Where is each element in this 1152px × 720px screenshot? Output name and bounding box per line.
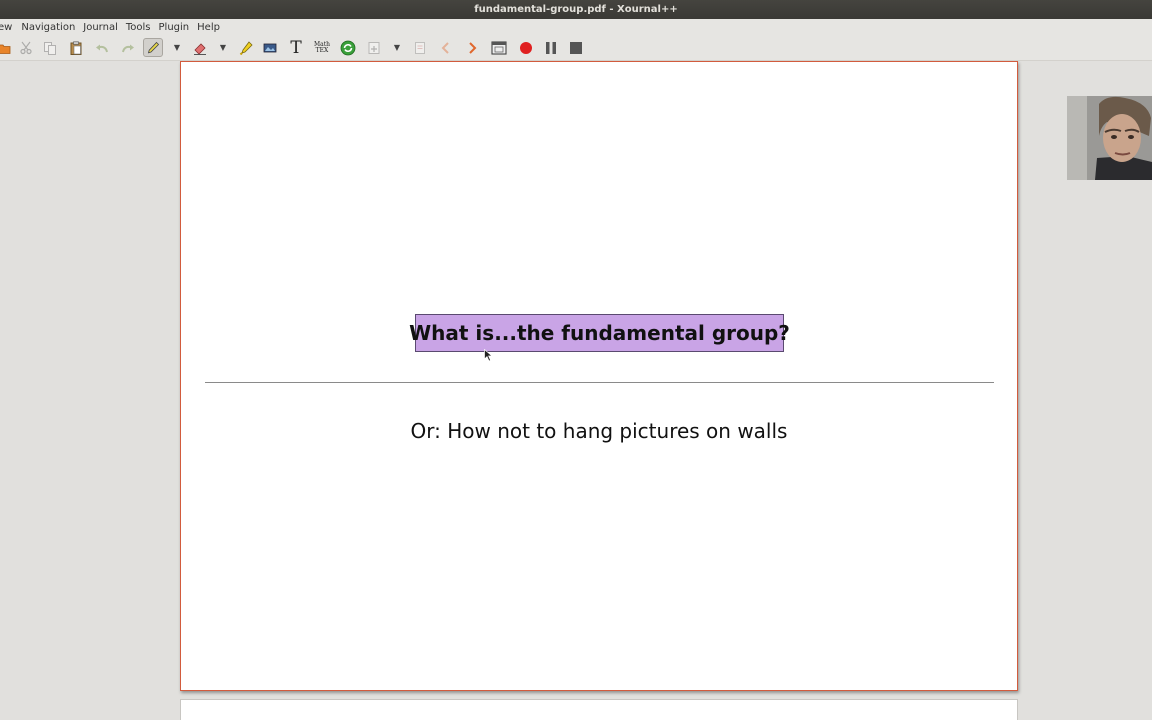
copy-icon: [44, 41, 56, 55]
undo-icon: [96, 44, 108, 52]
redo-icon: [122, 44, 134, 52]
eraser-icon: [194, 42, 206, 55]
next-page-button[interactable]: [462, 38, 482, 57]
fullscreen-button[interactable]: [489, 38, 509, 57]
slide-title: What is...the fundamental group?: [409, 314, 790, 352]
chevron-down-icon: ▼: [173, 43, 181, 52]
fullscreen-icon: [491, 40, 507, 55]
menu-view[interactable]: ew: [0, 22, 12, 33]
menu-plugin[interactable]: Plugin: [159, 22, 190, 33]
cut-button[interactable]: [16, 38, 36, 57]
page-button[interactable]: [410, 38, 430, 57]
slide-subtitle: Or: How not to hang pictures on walls: [410, 419, 788, 443]
eraser-options-dropdown[interactable]: ▼: [218, 38, 228, 57]
record-button[interactable]: [516, 38, 536, 57]
highlighter-tool-button[interactable]: [236, 38, 256, 57]
eraser-tool-button[interactable]: [190, 38, 210, 57]
undo-button[interactable]: [92, 38, 112, 57]
page-1[interactable]: What is...the fundamental group? Or: How…: [180, 61, 1018, 691]
next-page-icon: [469, 41, 477, 54]
document-canvas[interactable]: What is...the fundamental group? Or: How…: [0, 61, 1152, 720]
pause-button[interactable]: [541, 38, 561, 57]
menu-tools[interactable]: Tools: [126, 22, 151, 33]
redo-button[interactable]: [118, 38, 138, 57]
text-icon: T: [290, 37, 302, 58]
page-icon: [415, 41, 425, 54]
refresh-button[interactable]: [338, 38, 358, 57]
title-divider: [205, 382, 994, 383]
folder-icon: [0, 44, 11, 54]
record-icon: [520, 41, 532, 54]
presenter-video: [1067, 96, 1152, 180]
math-tex-button[interactable]: Math TEX: [311, 38, 333, 57]
stop-icon: [570, 41, 582, 54]
open-button[interactable]: [0, 38, 14, 57]
text-tool-button[interactable]: T: [286, 37, 306, 58]
highlighter-icon: [239, 40, 253, 55]
stop-button[interactable]: [566, 38, 586, 57]
webcam-overlay: [1067, 96, 1152, 180]
menu-help[interactable]: Help: [197, 22, 220, 33]
image-icon: [263, 43, 277, 52]
insert-page-icon: [368, 41, 380, 54]
menu-navigation[interactable]: Navigation: [21, 22, 75, 33]
previous-page-button[interactable]: [436, 38, 456, 57]
menu-journal[interactable]: Journal: [83, 22, 118, 33]
insert-page-button[interactable]: [364, 38, 384, 57]
window-title: fundamental-group.pdf - Xournal++: [474, 4, 678, 15]
pen-icon: [147, 41, 160, 53]
image-tool-button[interactable]: [260, 38, 280, 57]
pen-options-dropdown[interactable]: ▼: [172, 38, 182, 57]
pause-icon: [546, 41, 556, 54]
previous-page-icon: [441, 41, 449, 54]
chevron-down-icon: ▼: [219, 43, 227, 52]
paste-button[interactable]: [66, 38, 86, 57]
copy-button[interactable]: [40, 38, 60, 57]
mouse-cursor-icon: [484, 349, 493, 362]
window-titlebar: fundamental-group.pdf - Xournal++: [0, 0, 1152, 19]
pen-tool-button[interactable]: [143, 38, 163, 57]
page-options-dropdown[interactable]: ▼: [392, 38, 402, 57]
paste-icon: [70, 41, 82, 55]
toolbar: ▼ ▼ T Math TEX ▼: [0, 35, 1152, 61]
page-2[interactable]: [180, 699, 1018, 720]
refresh-icon: [340, 40, 356, 55]
math-tex-icon: Math TEX: [314, 40, 330, 54]
menubar: ew Navigation Journal Tools Plugin Help: [0, 19, 1152, 35]
chevron-down-icon: ▼: [393, 43, 401, 52]
cut-icon: [20, 41, 32, 54]
